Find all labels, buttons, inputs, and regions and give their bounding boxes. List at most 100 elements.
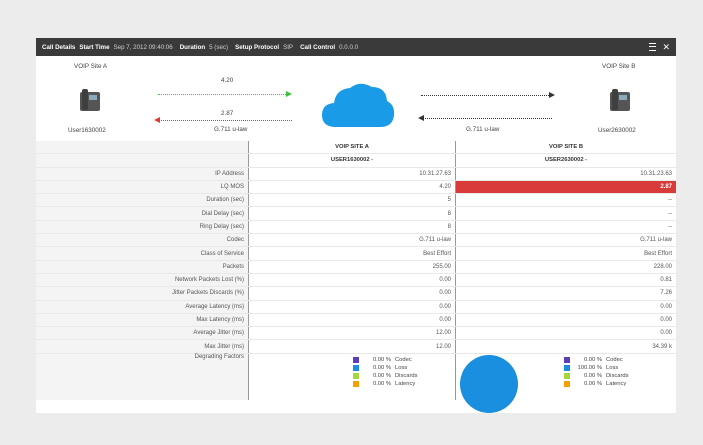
setup-protocol-label: Setup Protocol: [235, 43, 280, 51]
mos-a-value: 4.20: [221, 77, 234, 84]
site-b-value: 10.31.23.63: [455, 167, 676, 181]
user-a-label: User1630002: [68, 127, 106, 134]
legend-percent: 0.00 %: [583, 357, 602, 364]
user-b-label: User2630002: [598, 127, 636, 134]
legend-item: 0.00 % Codec: [353, 357, 451, 364]
arrow-a-head-icon: [286, 91, 292, 97]
legend-name: Discards: [606, 373, 629, 380]
arrow-a-to-b: [158, 94, 288, 95]
legend-percent: 0.00 %: [372, 357, 391, 364]
row-label: Average Latency (ms): [36, 300, 249, 314]
header-site-b: VOIP SITE B: [455, 141, 676, 155]
site-b-value: G.711 u-law: [455, 233, 676, 248]
site-b-value: --: [455, 193, 676, 208]
legend-item: 0.00 % Loss: [353, 365, 451, 372]
phone-a-icon: [80, 89, 100, 111]
site-b-value: --: [455, 206, 676, 221]
table-row: Average Jitter (ms) 12.00 0.00: [36, 326, 676, 341]
legend-percent: 0.00 %: [372, 365, 391, 372]
codec-b-label: G.711 u-law: [466, 126, 500, 133]
table-row: Network Packets Lost (%) 0.00 0.81: [36, 273, 676, 288]
legend-percent: 100.00 %: [577, 365, 603, 372]
table-row: IP Address 10.31.27.63 10.31.23.63: [36, 167, 676, 181]
table-row: Max Latency (ms) 0.00 0.00: [36, 313, 676, 328]
row-label: Dial Delay (sec): [36, 206, 249, 221]
site-a-value: 0.00: [248, 273, 456, 288]
phone-b-icon: [610, 89, 630, 111]
legend-percent: 0.00 %: [372, 373, 391, 380]
site-a-value: 255.00: [248, 260, 456, 274]
site-b-value: --: [455, 220, 676, 235]
table-row: LQ MOS 4.20 2.87: [36, 180, 676, 195]
row-label: Network Packets Lost (%): [36, 273, 249, 288]
legend-swatch: [353, 381, 359, 388]
legend-name: Loss: [395, 365, 408, 372]
header-user-b: USER2630002 -: [455, 153, 676, 168]
row-label: Ring Delay (sec): [36, 220, 249, 235]
row-label: IP Address: [36, 167, 249, 181]
table-row: Max Jitter (ms) 12.00 34.39 k: [36, 339, 676, 354]
close-icon[interactable]: ✕: [662, 42, 670, 53]
site-b-value: 0.00: [455, 313, 676, 328]
legend-item: 100.00 % Loss: [564, 365, 672, 372]
arrow-cloud-head-icon: [549, 92, 555, 98]
legend-name: Loss: [606, 365, 619, 372]
call-metrics-table: VOIP SITE A VOIP SITE B USER1630002 - US…: [36, 141, 676, 413]
legend-swatch: [353, 357, 359, 364]
codec-a-label: G.711 u-law: [214, 126, 248, 133]
row-label: Class of Service: [36, 246, 249, 261]
table-row: Codec G.711 u-law G.711 u-law: [36, 233, 676, 248]
legend-swatch: [564, 357, 570, 364]
site-b-value: 2.87: [455, 180, 676, 195]
start-time-label: Start Time: [79, 43, 110, 51]
legend-name: Latency: [606, 381, 627, 388]
start-time-value: Sep 7, 2012 09:40:06: [113, 43, 173, 51]
legend-swatch: [564, 373, 570, 380]
cloud-icon: [322, 83, 395, 127]
legend-item: 0.00 % Discards: [564, 373, 672, 380]
arrow-b-to-cloud: [422, 118, 552, 119]
site-a-value: G.711 u-law: [248, 233, 456, 248]
table-row: Packets 255.00 228.00: [36, 260, 676, 274]
legend-item: 0.00 % Discards: [353, 373, 451, 380]
site-a-value: 5: [248, 193, 456, 208]
legend-swatch: [353, 373, 359, 380]
degrading-factors-row: Degrading Factors 0.00 % Codec 0.00 % Loss 0.…: [36, 353, 676, 413]
duration-value: 5 (sec): [209, 43, 229, 51]
site-b-value: 0.81: [455, 273, 676, 288]
legend-name: Codec: [606, 357, 623, 364]
site-a-value: 10.31.27.63: [248, 167, 456, 181]
site-a-value: 0.00: [248, 286, 456, 301]
site-b-value: 228.00: [455, 260, 676, 274]
table-row: Jitter Packets Discards (%) 0.00 7.26: [36, 286, 676, 301]
legend-percent: 0.00 %: [583, 381, 602, 388]
degrading-factors-label: Degrading Factors: [36, 353, 249, 400]
row-label: Codec: [36, 233, 249, 248]
site-a-value: 0.00: [248, 313, 456, 328]
legend-name: Discards: [395, 373, 418, 380]
table-row: Duration (sec) 5 --: [36, 193, 676, 208]
mos-b-value: 2.87: [221, 110, 234, 117]
site-a-value: 8: [248, 220, 456, 235]
arrow-b-cloud-head-icon: [418, 115, 424, 121]
header-user-a: USER1630002 -: [248, 153, 456, 168]
legend-item: 0.00 % Latency: [353, 380, 451, 388]
duration-label: Duration: [179, 43, 206, 51]
legend-swatch: [564, 381, 570, 388]
row-label: Max Latency (ms): [36, 313, 249, 328]
site-a-value: 4.20: [248, 180, 456, 195]
site-a-label: VOIP Site A: [74, 63, 108, 70]
degrading-pie-chart: [460, 354, 518, 413]
legend-item: 0.00 % Codec: [564, 357, 672, 364]
row-label: LQ MOS: [36, 180, 249, 195]
legend-item: 0.00 % Latency: [564, 380, 672, 388]
arrow-b-head-icon: [154, 117, 160, 123]
row-label: Duration (sec): [36, 193, 249, 208]
call-diagram: VOIP Site A User1630002 4.20 2.87 G.711 …: [36, 56, 676, 141]
table-row: Average Latency (ms) 0.00 0.00: [36, 300, 676, 314]
row-label: Jitter Packets Discards (%): [36, 286, 249, 301]
site-b-label: VOIP Site B: [602, 63, 636, 70]
menu-icon[interactable]: [649, 43, 657, 51]
table-row: Dial Delay (sec) 8 --: [36, 206, 676, 221]
legend-swatch: [353, 365, 359, 372]
